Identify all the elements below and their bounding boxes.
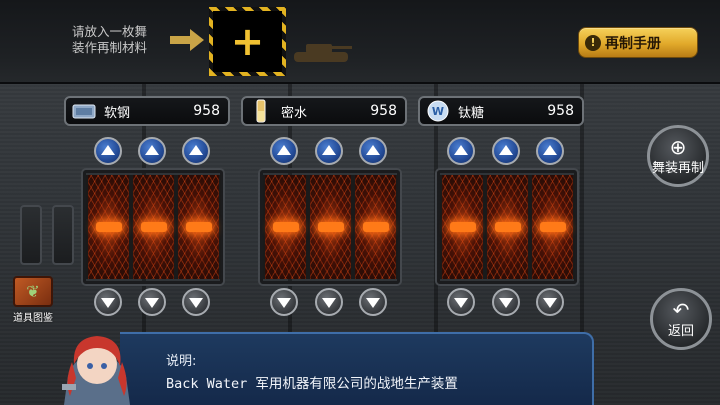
material-name: 钛糖 bbox=[458, 105, 485, 121]
reel-glow bbox=[539, 222, 566, 232]
reel-glow bbox=[140, 222, 167, 232]
decrease-button[interactable] bbox=[315, 288, 343, 316]
book-icon: ❦ bbox=[13, 276, 53, 307]
item-encyclopedia-button[interactable]: ❦ 道具图鉴 bbox=[8, 276, 58, 324]
digit-reel bbox=[485, 175, 530, 279]
decrease-button[interactable] bbox=[492, 288, 520, 316]
material-titanium: W 钛糖 958 bbox=[418, 96, 584, 126]
increase-button[interactable] bbox=[536, 137, 564, 165]
decrease-button[interactable] bbox=[359, 288, 387, 316]
increase-button[interactable] bbox=[94, 137, 122, 165]
arrow-down-icon bbox=[277, 298, 291, 308]
reel-glow bbox=[317, 222, 344, 232]
digit-reel bbox=[131, 175, 176, 279]
reel-glow bbox=[272, 222, 299, 232]
reel-glow bbox=[185, 222, 212, 232]
decrease-button[interactable] bbox=[182, 288, 210, 316]
arrow-down-icon bbox=[543, 298, 557, 308]
tank-silhouette-icon bbox=[294, 44, 352, 62]
material-name: 软钢 bbox=[104, 105, 131, 121]
instruction-line-1: 请放入一枚舞 bbox=[72, 24, 148, 39]
gear-target-icon: ⊕ bbox=[669, 134, 687, 159]
arrow-down-icon bbox=[189, 298, 203, 308]
rebuild-button[interactable]: ⊕ 舞装再制 bbox=[647, 125, 709, 187]
material-name: 密水 bbox=[281, 105, 308, 121]
arrow-up-icon bbox=[277, 145, 291, 155]
back-button-label: 返回 bbox=[667, 323, 694, 339]
digit-reel bbox=[176, 175, 221, 279]
digit-reel bbox=[308, 175, 353, 279]
arrow-up-icon bbox=[454, 145, 468, 155]
increase-button[interactable] bbox=[359, 137, 387, 165]
arrow-down-icon bbox=[145, 298, 159, 308]
increase-button[interactable] bbox=[447, 137, 475, 165]
material-count: 958 bbox=[547, 103, 574, 119]
material-count: 958 bbox=[370, 103, 397, 119]
material-insert-slot[interactable]: + bbox=[209, 7, 286, 76]
increase-button[interactable] bbox=[182, 137, 210, 165]
top-bar: 请放入一枚舞 装作再制材料 + ! 再制手册 bbox=[0, 0, 720, 84]
material-water: 密水 958 bbox=[241, 96, 407, 126]
decrease-button[interactable] bbox=[536, 288, 564, 316]
arrow-down-icon bbox=[101, 298, 115, 308]
digit-reel bbox=[263, 175, 308, 279]
vial-icon bbox=[247, 99, 275, 123]
item-encyclopedia-label: 道具图鉴 bbox=[13, 313, 53, 324]
digit-reel bbox=[440, 175, 485, 279]
decrease-button[interactable] bbox=[94, 288, 122, 316]
arrow-down-icon bbox=[366, 298, 380, 308]
arrow-down-icon bbox=[454, 298, 468, 308]
material-count: 958 bbox=[193, 103, 220, 119]
increase-button[interactable] bbox=[492, 137, 520, 165]
manual-button-label: 再制手册 bbox=[605, 35, 661, 52]
arrow-right-icon bbox=[170, 29, 204, 51]
side-panel-left bbox=[52, 205, 74, 265]
svg-text:W: W bbox=[432, 105, 444, 118]
increase-button[interactable] bbox=[315, 137, 343, 165]
side-panel-left bbox=[20, 205, 42, 265]
description-panel: 说明: Back Water 军用机器有限公司的战地生产装置 bbox=[120, 332, 594, 405]
instruction-text: 请放入一枚舞 装作再制材料 bbox=[72, 24, 172, 56]
digit-reel bbox=[86, 175, 131, 279]
back-arrow-icon: ↶ bbox=[672, 297, 690, 322]
arrow-up-icon bbox=[366, 145, 380, 155]
decrease-button[interactable] bbox=[270, 288, 298, 316]
digit-reel bbox=[353, 175, 398, 279]
arrow-up-icon bbox=[543, 145, 557, 155]
decrease-button[interactable] bbox=[138, 288, 166, 316]
steel-plate-icon bbox=[70, 99, 98, 123]
increase-button[interactable] bbox=[270, 137, 298, 165]
instruction-line-2: 装作再制材料 bbox=[72, 40, 148, 55]
back-button[interactable]: ↶ 返回 bbox=[650, 288, 712, 350]
arrow-up-icon bbox=[322, 145, 336, 155]
arrow-down-icon bbox=[499, 298, 513, 308]
titanium-sugar-icon: W bbox=[424, 99, 452, 123]
arrow-up-icon bbox=[101, 145, 115, 155]
description-title: 说明: bbox=[166, 354, 197, 369]
description-text: Back Water 军用机器有限公司的战地生产装置 bbox=[166, 376, 458, 392]
increase-button[interactable] bbox=[138, 137, 166, 165]
arrow-up-icon bbox=[499, 145, 513, 155]
rebuild-manual-button[interactable]: ! 再制手册 bbox=[578, 27, 698, 58]
rebuild-button-label: 舞装再制 bbox=[651, 160, 704, 176]
reel-glow bbox=[449, 222, 476, 232]
reel-glow bbox=[494, 222, 521, 232]
plus-icon: + bbox=[230, 18, 265, 65]
material-steel: 软钢 958 bbox=[64, 96, 230, 126]
digit-reel bbox=[530, 175, 575, 279]
arrow-up-icon bbox=[145, 145, 159, 155]
character-avatar bbox=[62, 336, 130, 405]
reel-glow bbox=[95, 222, 122, 232]
reel-glow bbox=[362, 222, 389, 232]
arrow-down-icon bbox=[322, 298, 336, 308]
lightbulb-icon: ! bbox=[585, 34, 601, 51]
decrease-button[interactable] bbox=[447, 288, 475, 316]
arrow-up-icon bbox=[189, 145, 203, 155]
